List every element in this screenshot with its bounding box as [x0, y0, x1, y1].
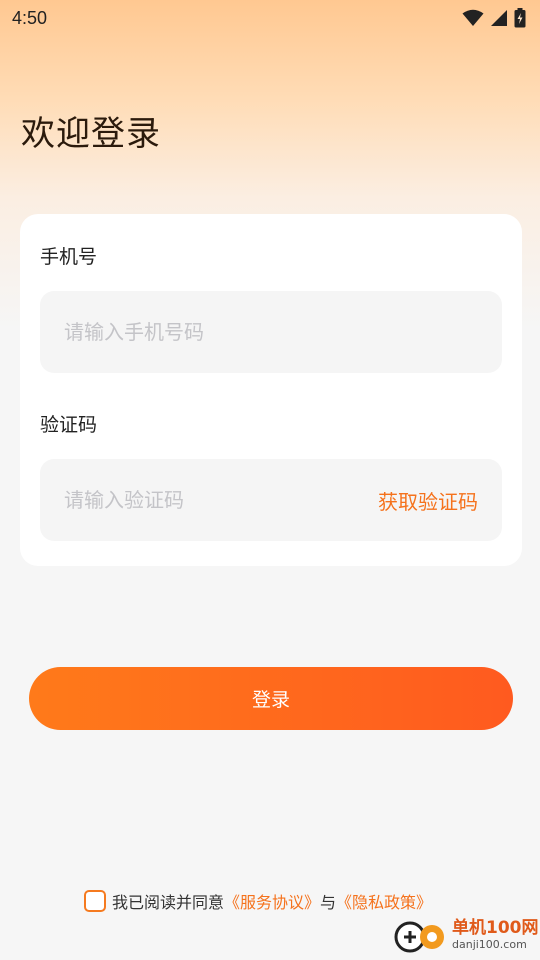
wifi-icon [462, 9, 484, 26]
watermark: 单机100网 danji100.com [390, 910, 540, 960]
code-label: 验证码 [40, 414, 98, 436]
agreement-joiner: 与 [320, 893, 337, 912]
service-agreement-link[interactable]: 《服务协议》 [224, 889, 320, 913]
phone-label: 手机号 [40, 246, 98, 268]
watermark-name: 单机100网 [452, 918, 539, 938]
agreement-row: 我已阅读并同意 《服务协议》 与 《隐私政策》 [84, 889, 432, 913]
agreement-checkbox[interactable] [84, 890, 106, 912]
code-input[interactable] [64, 488, 378, 512]
status-bar: 4:50 [0, 0, 540, 36]
login-button[interactable]: 登录 [29, 667, 513, 730]
phone-field [40, 291, 502, 373]
watermark-url: danji100.com [452, 938, 527, 951]
cell-signal-icon [491, 10, 507, 26]
page-title: 欢迎登录 [21, 114, 161, 154]
login-form-card: 手机号 验证码 获取验证码 [20, 214, 522, 566]
status-time: 4:50 [12, 7, 48, 28]
watermark-logo-icon [394, 921, 444, 953]
agreement-prefix: 我已阅读并同意 [112, 893, 225, 912]
code-field: 获取验证码 [40, 459, 502, 541]
get-code-button[interactable]: 获取验证码 [378, 486, 478, 515]
battery-charging-icon [514, 8, 526, 28]
status-icons [462, 8, 526, 28]
phone-input[interactable] [64, 320, 478, 344]
